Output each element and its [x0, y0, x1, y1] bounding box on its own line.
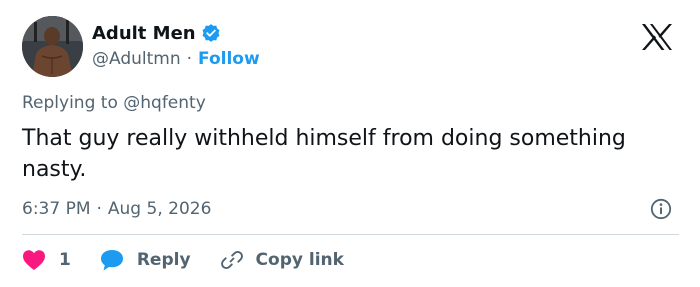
- like-button[interactable]: 1: [22, 249, 71, 271]
- reply-context-mention[interactable]: @hqfenty: [123, 93, 206, 113]
- avatar[interactable]: [22, 16, 83, 77]
- timestamp-separator: ·: [96, 199, 102, 219]
- tweet-text: That guy really withheld himself from do…: [22, 126, 626, 182]
- link-icon: [220, 250, 243, 270]
- avatar-image: [22, 16, 83, 77]
- copy-link-button[interactable]: Copy link: [220, 248, 344, 272]
- action-bar: 1 Reply Copy link: [22, 246, 344, 274]
- author-handle[interactable]: @Adultmn: [92, 49, 181, 69]
- tweet-timestamp[interactable]: 6:37 PM · Aug 5, 2026: [22, 197, 211, 221]
- verified-badge-icon: [201, 23, 221, 43]
- tweet-time[interactable]: 6:37 PM: [22, 199, 91, 219]
- author-handle-row: @Adultmn · Follow: [92, 47, 260, 71]
- author-name-row: Adult Men: [92, 20, 221, 46]
- author-display-name[interactable]: Adult Men: [92, 23, 196, 44]
- handle-separator: ·: [186, 49, 193, 69]
- copy-link-label: Copy link: [255, 250, 344, 270]
- heart-icon: [23, 250, 45, 270]
- reply-context: Replying to @hqfenty: [22, 93, 206, 113]
- reply-context-prefix: Replying to: [22, 93, 118, 113]
- speech-bubble-icon: [100, 250, 123, 271]
- tweet-card: Adult Men @Adultmn · Follow Replying to …: [0, 0, 700, 287]
- tweet-date[interactable]: Aug 5, 2026: [108, 199, 212, 219]
- reply-button[interactable]: Reply: [99, 248, 191, 272]
- follow-button[interactable]: Follow: [198, 49, 260, 69]
- divider: [22, 234, 679, 235]
- x-logo-icon[interactable]: [639, 22, 675, 52]
- reply-label: Reply: [136, 250, 191, 270]
- info-icon[interactable]: [650, 198, 672, 220]
- like-count: 1: [59, 250, 71, 270]
